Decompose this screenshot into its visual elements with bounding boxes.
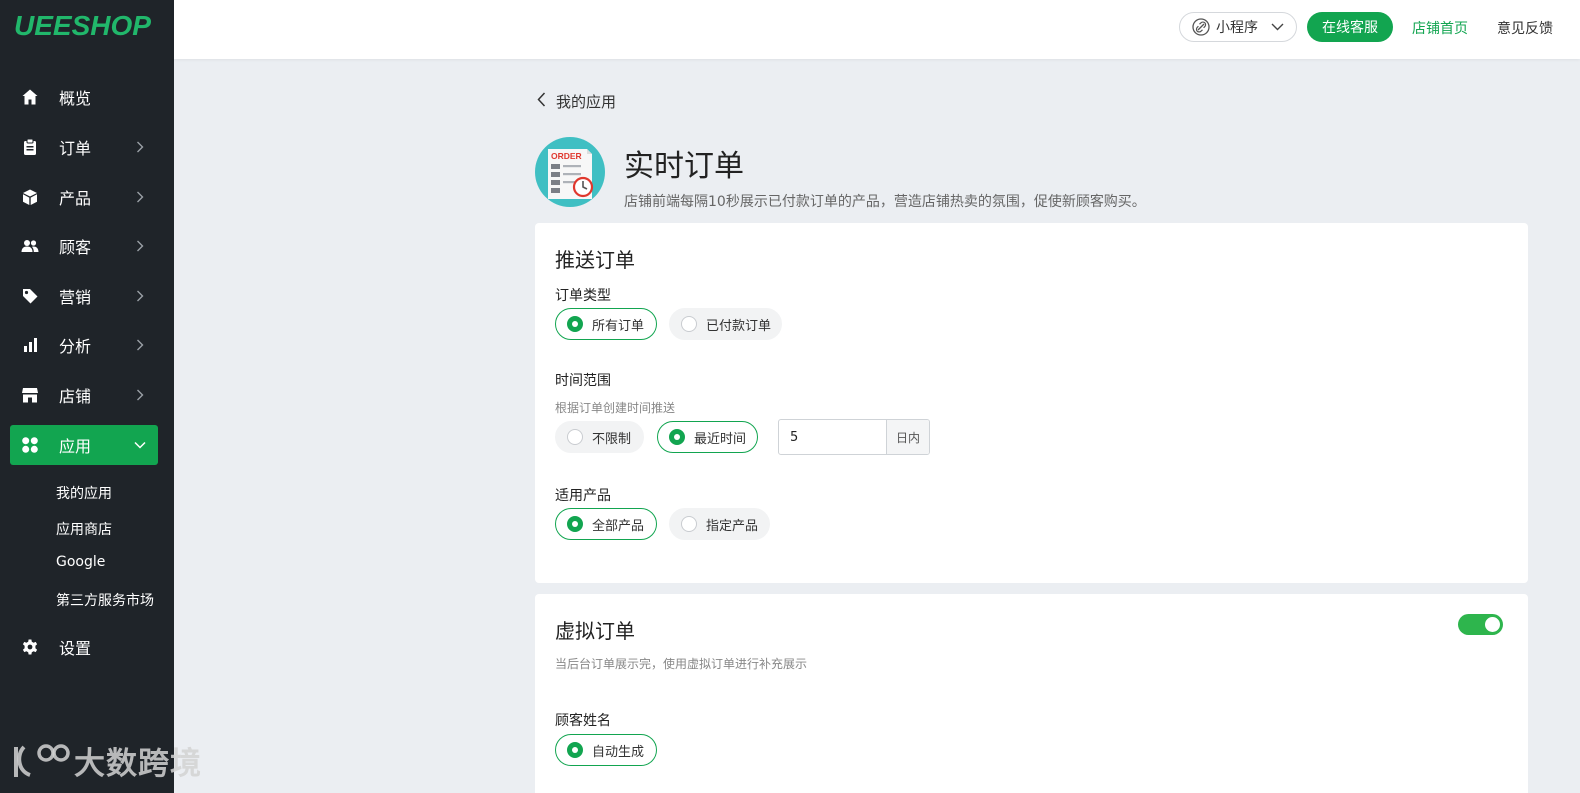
virtual-orders-help: 当后台订单展示完，使用虚拟订单进行补充展示 — [555, 657, 808, 671]
sidebar-item-label: 应用 — [59, 437, 92, 456]
radio-dot — [567, 742, 583, 758]
mini-program-label: 小程序 — [1216, 20, 1258, 36]
products-label: 适用产品 — [555, 488, 611, 504]
customer-name-label: 顾客姓名 — [555, 713, 611, 729]
chevron-right-icon — [132, 339, 148, 351]
days-input-suffix: 日内 — [886, 420, 929, 454]
toggle-knob — [1485, 617, 1500, 632]
top-bar: 小程序 在线客服 店铺首页 意见反馈 — [174, 0, 1580, 59]
sidebar-item-label: 设置 — [59, 639, 92, 658]
watermark: 大数跨境 — [12, 738, 202, 783]
watermark-logo-icon — [14, 743, 70, 777]
radio-dot — [669, 429, 685, 445]
sidebar-item-marketing[interactable]: 营销 — [10, 276, 158, 316]
radio-recent-time[interactable]: 最近时间 — [657, 421, 758, 453]
sidebar-item-label: 分析 — [59, 337, 92, 356]
chevron-left-icon — [537, 92, 546, 111]
radio-specific-products[interactable]: 指定产品 — [669, 508, 770, 540]
sidebar-item-customers[interactable]: 顾客 — [10, 226, 158, 266]
sidebar-item-settings[interactable]: 设置 — [10, 627, 158, 667]
sidebar-item-apps[interactable]: 应用 — [10, 425, 158, 465]
sidebar-item-label: 店铺 — [59, 387, 92, 406]
sidebar-item-analytics[interactable]: 分析 — [10, 325, 158, 365]
sidebar-item-label: 订单 — [59, 139, 92, 158]
chevron-right-icon — [132, 290, 148, 302]
radio-label: 自动生成 — [592, 744, 645, 760]
radio-dot — [567, 316, 583, 332]
sidebar-item-products[interactable]: 产品 — [10, 177, 158, 217]
radio-paid-orders[interactable]: 已付款订单 — [669, 308, 782, 340]
users-icon — [20, 236, 40, 256]
days-input[interactable]: 5 日内 — [778, 419, 930, 455]
chevron-right-icon — [132, 141, 148, 153]
app-icon-label: ORDER — [551, 151, 582, 161]
tag-icon — [20, 286, 40, 306]
sidebar-item-store[interactable]: 店铺 — [10, 375, 158, 415]
chevron-right-icon — [132, 191, 148, 203]
sidebar-subitem-my-apps[interactable]: 我的应用 — [56, 483, 112, 503]
apps-grid-icon — [20, 435, 40, 455]
watermark-text: 大数跨境 — [74, 746, 202, 782]
gear-icon — [20, 637, 40, 657]
clipboard-icon — [20, 137, 40, 157]
home-icon — [20, 87, 40, 107]
sidebar-item-label: 顾客 — [59, 238, 92, 257]
card-title: 虚拟订单 — [555, 619, 635, 643]
time-range-label: 时间范围 — [555, 373, 611, 389]
radio-dot — [567, 516, 583, 532]
radio-label: 全部产品 — [592, 518, 645, 534]
sidebar-subitem-third-party-market[interactable]: 第三方服务市场 — [56, 590, 154, 610]
box-icon — [20, 187, 40, 207]
radio-dot — [567, 429, 583, 445]
feedback-link[interactable]: 意见反馈 — [1497, 18, 1553, 38]
chevron-down-icon — [132, 441, 148, 449]
sidebar-item-overview[interactable]: 概览 — [10, 77, 158, 117]
sidebar-item-label: 营销 — [59, 288, 92, 307]
sidebar: UEESHOP 概览 订单 产品 顾客 营销 分析 店铺 应用 我的应用 应用商… — [0, 0, 174, 793]
order-type-label: 订单类型 — [555, 288, 611, 304]
mini-program-select[interactable]: 小程序 — [1179, 12, 1297, 42]
radio-auto-generate[interactable]: 自动生成 — [555, 734, 657, 766]
page-title: 实时订单 — [624, 149, 744, 184]
store-icon — [20, 385, 40, 405]
chevron-right-icon — [132, 240, 148, 252]
radio-dot — [681, 316, 697, 332]
card-title: 推送订单 — [555, 248, 635, 272]
radio-label: 最近时间 — [694, 431, 747, 447]
radio-no-limit[interactable]: 不限制 — [555, 421, 644, 453]
radio-all-orders[interactable]: 所有订单 — [555, 308, 657, 340]
virtual-orders-card: 虚拟订单 当后台订单展示完，使用虚拟订单进行补充展示 顾客姓名 自动生成 — [535, 594, 1528, 793]
back-link[interactable]: 我的应用 — [537, 91, 616, 112]
radio-label: 不限制 — [592, 431, 632, 447]
sidebar-item-label: 概览 — [59, 89, 92, 108]
bar-chart-icon — [20, 335, 40, 355]
radio-all-products[interactable]: 全部产品 — [555, 508, 657, 540]
link-icon — [1192, 18, 1210, 36]
app-icon: ORDER — [535, 137, 605, 207]
sidebar-item-orders[interactable]: 订单 — [10, 127, 158, 167]
radio-label: 指定产品 — [706, 518, 759, 534]
radio-label: 所有订单 — [592, 318, 645, 334]
back-link-label: 我的应用 — [556, 93, 617, 111]
sidebar-item-label: 产品 — [59, 189, 92, 208]
virtual-orders-toggle[interactable] — [1458, 614, 1503, 635]
sidebar-subitem-google[interactable]: Google — [56, 554, 105, 570]
time-range-help: 根据订单创建时间推送 — [555, 401, 676, 415]
chevron-down-icon — [1271, 19, 1284, 35]
radio-dot — [681, 516, 697, 532]
brand-logo[interactable]: UEESHOP — [14, 10, 151, 42]
sidebar-subitem-app-store[interactable]: 应用商店 — [56, 519, 112, 539]
chevron-right-icon — [132, 389, 148, 401]
push-orders-card: 推送订单 订单类型 所有订单 已付款订单 时间范围 根据订单创建时间推送 不限制… — [535, 223, 1528, 583]
online-service-button[interactable]: 在线客服 — [1307, 12, 1393, 42]
days-input-value[interactable]: 5 — [779, 420, 886, 454]
radio-label: 已付款订单 — [706, 318, 772, 334]
shop-home-link[interactable]: 店铺首页 — [1412, 18, 1468, 38]
page-description: 店铺前端每隔10秒展示已付款订单的产品，营造店铺热卖的氛围，促使新顾客购买。 — [624, 194, 1146, 210]
